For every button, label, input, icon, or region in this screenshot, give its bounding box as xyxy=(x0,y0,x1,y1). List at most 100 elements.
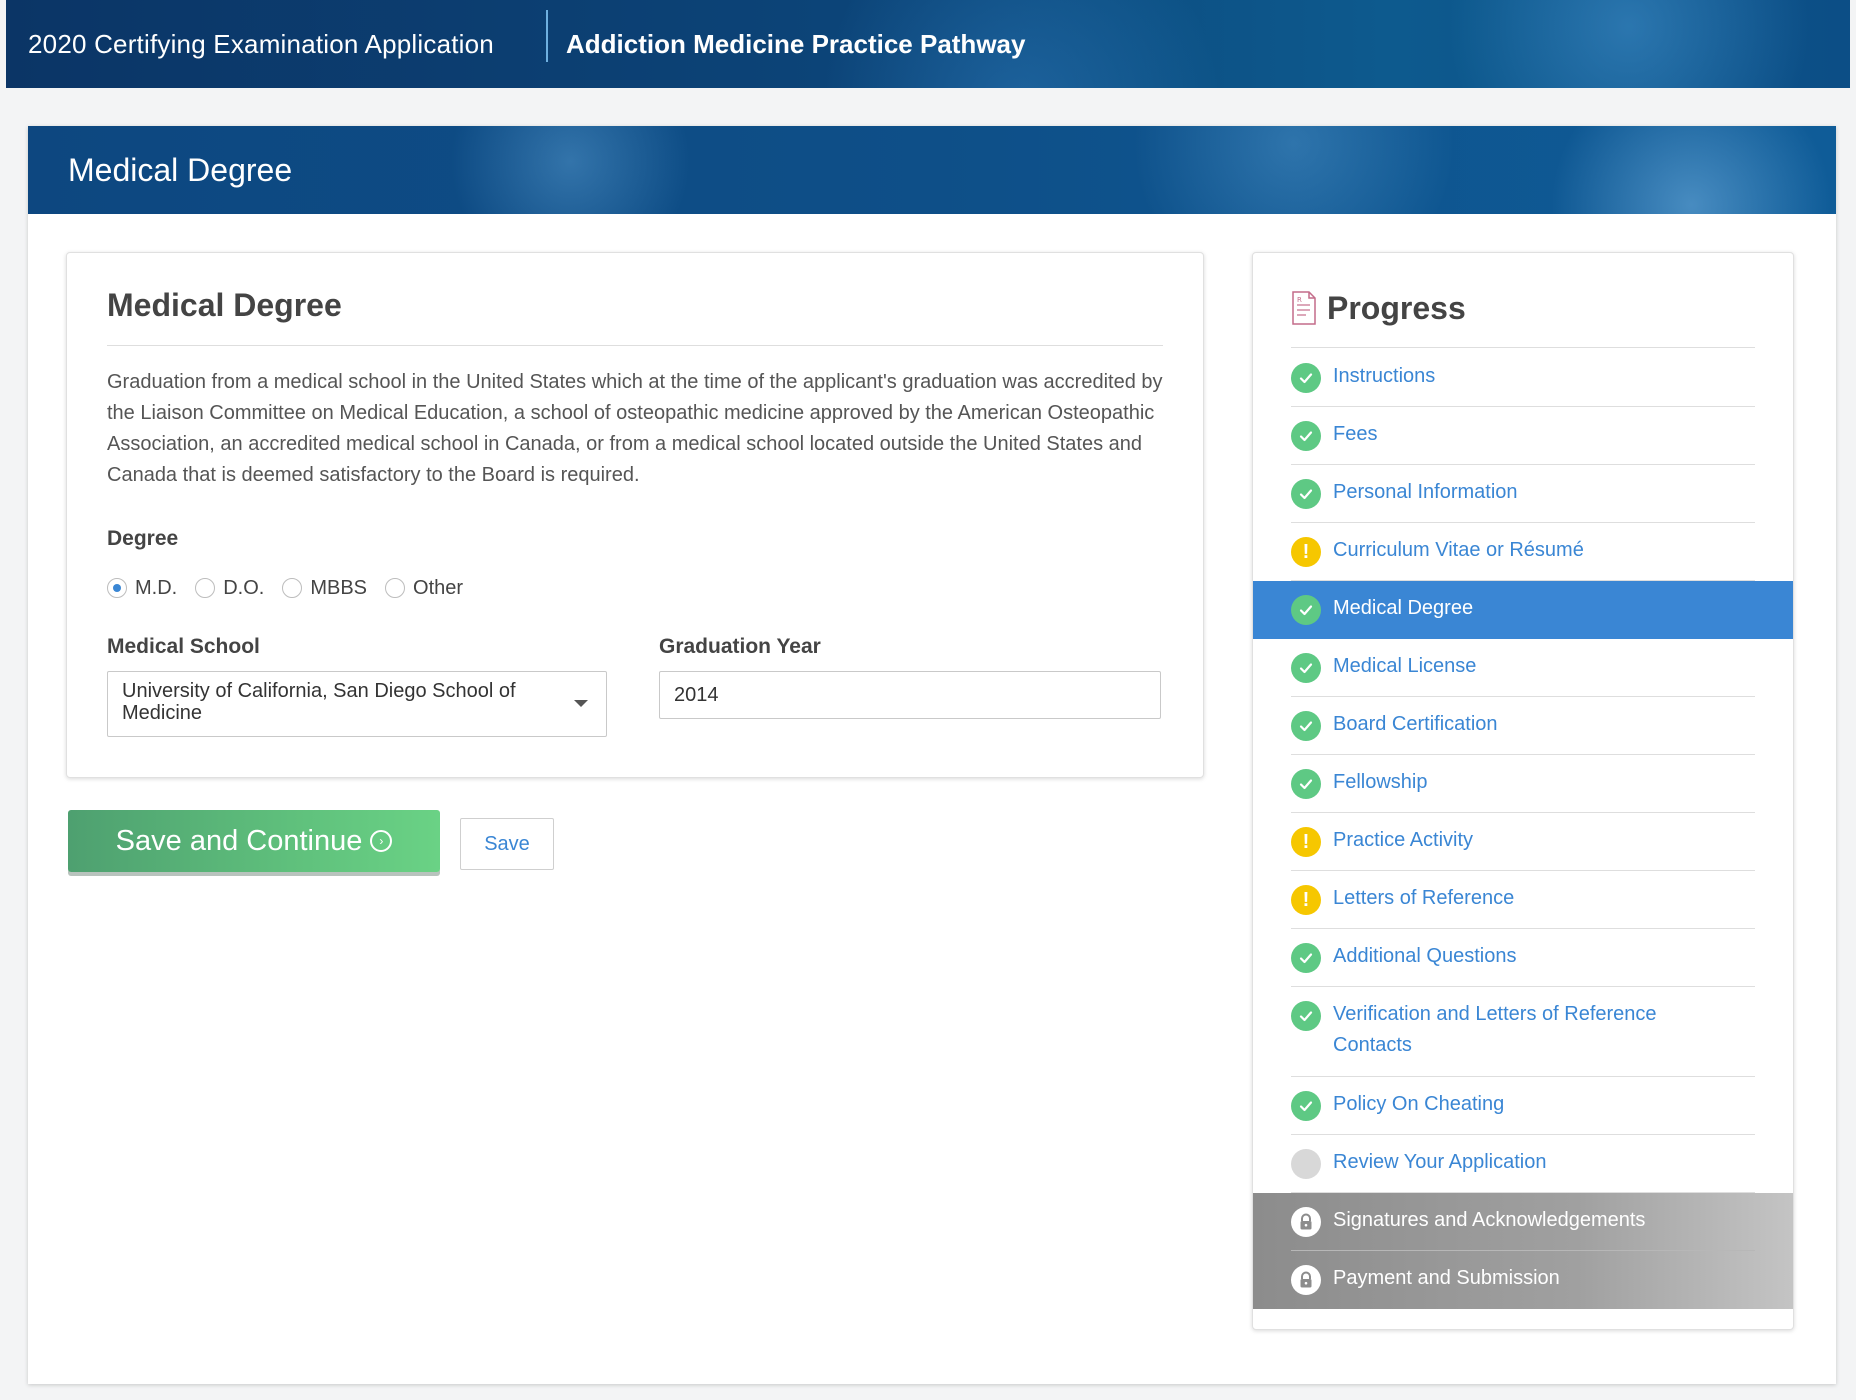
progress-item-additional-questions[interactable]: Additional Questions xyxy=(1253,929,1793,987)
progress-title: Progress xyxy=(1327,289,1466,326)
chevron-down-icon xyxy=(574,700,588,707)
progress-item-curriculum-vitae-or-r-sum[interactable]: ! Curriculum Vitae or Résumé xyxy=(1253,523,1793,581)
checkmark-icon xyxy=(1291,1091,1321,1121)
checkmark-icon xyxy=(1291,421,1321,451)
progress-item-inner: Medical Degree xyxy=(1291,581,1755,639)
pathway-title: Addiction Medicine Practice Pathway xyxy=(566,29,1026,59)
radio-other-label: Other xyxy=(413,576,464,599)
progress-item-label: Medical Degree xyxy=(1333,597,1474,619)
document-icon: R xyxy=(1292,291,1316,325)
degree-option-other[interactable]: Other xyxy=(385,577,463,600)
progress-panel: R Progress Instructions Fees Personal Info… xyxy=(1252,252,1794,1330)
checkmark-icon xyxy=(1291,479,1321,509)
degree-label: Degree xyxy=(107,527,179,550)
progress-item-review-your-application[interactable]: Review Your Application xyxy=(1253,1135,1793,1193)
page-banner: Medical Degree xyxy=(28,126,1836,214)
medical-school-value: University of California, San Diego Scho… xyxy=(122,680,516,724)
degree-option-do[interactable]: D.O. xyxy=(195,577,264,600)
medical-degree-card: Medical Degree Graduation from a medical… xyxy=(66,252,1204,778)
form-description: Graduation from a medical school in the … xyxy=(107,371,1163,486)
app-header: 2020 Certifying Examination Application … xyxy=(6,0,1850,88)
progress-item-label: Payment and Submission xyxy=(1333,1267,1560,1289)
progress-item-label: Policy On Cheating xyxy=(1333,1093,1505,1115)
page-title: Medical Degree xyxy=(68,152,293,188)
radio-mbbs-label: MBBS xyxy=(310,576,368,599)
progress-item-inner: Additional Questions xyxy=(1291,929,1755,987)
progress-item-label: Medical License xyxy=(1333,655,1477,677)
save-and-continue-button[interactable]: Save and Continue › xyxy=(68,810,440,872)
radio-mbbs[interactable] xyxy=(282,578,303,598)
progress-item-inner: Verification and Letters of Reference Co… xyxy=(1291,987,1755,1077)
progress-item-verification-and-letters-of-reference-contacts[interactable]: Verification and Letters of Reference Co… xyxy=(1253,987,1793,1077)
exclamation-icon: ! xyxy=(1291,827,1321,857)
radio-md-label: M.D. xyxy=(135,576,178,599)
progress-item-inner: Instructions xyxy=(1291,349,1755,407)
form-title: Medical Degree xyxy=(107,287,342,323)
progress-item-inner: ! Practice Activity xyxy=(1291,813,1755,871)
progress-item-label: Verification and Letters of Reference Co… xyxy=(1333,1003,1657,1056)
progress-item-inner: Personal Information xyxy=(1291,465,1755,523)
progress-item-label: Personal Information xyxy=(1333,481,1518,503)
progress-item-label: Additional Questions xyxy=(1333,945,1517,967)
progress-item-inner: Review Your Application xyxy=(1291,1135,1755,1193)
degree-option-mbbs[interactable]: MBBS xyxy=(282,577,367,600)
lock-icon xyxy=(1291,1265,1321,1295)
checkmark-icon xyxy=(1291,653,1321,683)
lock-icon xyxy=(1291,1207,1321,1237)
medical-school-select[interactable]: University of California, San Diego Scho… xyxy=(107,671,607,737)
save-button[interactable]: Save xyxy=(460,818,554,870)
progress-item-letters-of-reference[interactable]: ! Letters of Reference xyxy=(1253,871,1793,929)
checkmark-icon xyxy=(1291,943,1321,973)
radio-do-label: D.O. xyxy=(223,576,265,599)
radio-other[interactable] xyxy=(385,578,406,598)
progress-item-inner: Payment and Submission xyxy=(1291,1251,1755,1309)
progress-item-inner: Fellowship xyxy=(1291,755,1755,813)
progress-item-label: Instructions xyxy=(1333,365,1436,387)
checkmark-icon xyxy=(1291,363,1321,393)
save-and-continue-label: Save and Continue xyxy=(115,824,363,857)
progress-item-board-certification[interactable]: Board Certification xyxy=(1253,697,1793,755)
progress-item-fees[interactable]: Fees xyxy=(1253,407,1793,465)
progress-item-inner: Board Certification xyxy=(1291,697,1755,755)
progress-header: R Progress xyxy=(1291,283,1466,333)
arrow-circle-right-icon: › xyxy=(370,830,393,852)
graduation-year-input[interactable] xyxy=(659,671,1161,719)
progress-item-label: Signatures and Acknowledgements xyxy=(1333,1209,1646,1231)
progress-item-medical-degree[interactable]: Medical Degree xyxy=(1253,581,1793,639)
checkmark-icon xyxy=(1291,1001,1321,1031)
progress-item-payment-and-submission: Payment and Submission xyxy=(1253,1251,1793,1309)
form-divider xyxy=(107,345,1163,346)
progress-item-label: Fees xyxy=(1333,423,1378,445)
progress-item-label: Practice Activity xyxy=(1333,829,1474,851)
degree-radio-group: M.D. D.O. MBBS Other xyxy=(107,575,481,601)
radio-md[interactable] xyxy=(107,578,127,598)
progress-item-practice-activity[interactable]: ! Practice Activity xyxy=(1253,813,1793,871)
progress-item-inner: ! Letters of Reference xyxy=(1291,871,1755,929)
degree-option-md[interactable]: M.D. xyxy=(107,577,177,600)
progress-item-instructions[interactable]: Instructions xyxy=(1253,349,1793,407)
progress-item-medical-license[interactable]: Medical License xyxy=(1253,639,1793,697)
progress-item-label: Curriculum Vitae or Résumé xyxy=(1333,539,1584,561)
progress-item-policy-on-cheating[interactable]: Policy On Cheating xyxy=(1253,1077,1793,1135)
progress-item-inner: Policy On Cheating xyxy=(1291,1077,1755,1135)
progress-item-inner: Medical License xyxy=(1291,639,1755,697)
progress-item-personal-information[interactable]: Personal Information xyxy=(1253,465,1793,523)
progress-item-label: Fellowship xyxy=(1333,771,1428,793)
checkmark-icon xyxy=(1291,769,1321,799)
svg-text:R: R xyxy=(1297,296,1302,304)
progress-item-label: Review Your Application xyxy=(1333,1151,1547,1173)
empty-circle-icon xyxy=(1291,1149,1321,1179)
graduation-year-label: Graduation Year xyxy=(659,635,821,658)
checkmark-icon xyxy=(1291,595,1321,625)
header-divider xyxy=(546,10,548,62)
exclamation-icon: ! xyxy=(1291,885,1321,915)
progress-item-label: Letters of Reference xyxy=(1333,887,1515,909)
progress-item-inner: ! Curriculum Vitae or Résumé xyxy=(1291,523,1755,581)
radio-do[interactable] xyxy=(195,578,216,598)
progress-item-fellowship[interactable]: Fellowship xyxy=(1253,755,1793,813)
medical-school-label: Medical School xyxy=(107,635,260,658)
progress-item-inner: Signatures and Acknowledgements xyxy=(1291,1193,1755,1251)
progress-item-label: Board Certification xyxy=(1333,713,1498,735)
exclamation-icon: ! xyxy=(1291,537,1321,567)
progress-item-inner: Fees xyxy=(1291,407,1755,465)
